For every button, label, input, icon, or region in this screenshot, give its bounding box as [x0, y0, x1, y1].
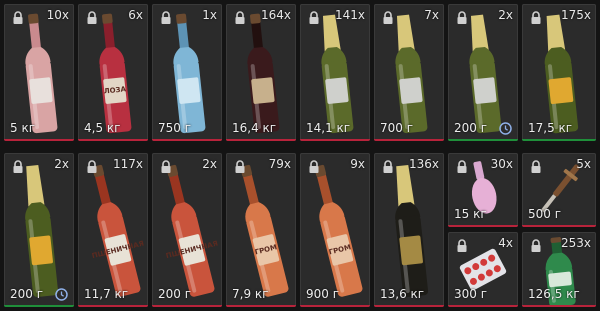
rarity-bar	[374, 139, 444, 141]
lock-icon	[13, 11, 23, 24]
inventory-slot[interactable]: 141x 14,1 кг	[300, 4, 370, 141]
item-weight: 200 г	[158, 287, 192, 301]
item-count: 7x	[424, 8, 439, 22]
lock-icon	[309, 11, 319, 24]
inventory-slot[interactable]: 4x 300 г	[448, 232, 518, 307]
item-count: 253x	[560, 236, 591, 250]
vodka-orange-icon: ГРОМ	[240, 164, 289, 297]
rarity-bar	[4, 305, 74, 307]
item-count: 175x	[560, 8, 591, 22]
item-weight: 14,1 кг	[306, 121, 351, 135]
item-count: 2x	[498, 8, 513, 22]
item-count: 9x	[350, 157, 365, 171]
item-count: 2x	[202, 157, 217, 171]
item-weight: 15 кг	[454, 207, 487, 221]
rarity-bar	[226, 305, 296, 307]
item-count: 136x	[408, 157, 439, 171]
lock-icon	[531, 11, 541, 24]
inventory-slot[interactable]: ГРОМ9x900 гГРОМ	[300, 153, 370, 307]
item-count: 5x	[576, 157, 591, 171]
inventory-slot[interactable]: 7x 700 г	[374, 4, 444, 141]
item-weight: 750 г	[158, 121, 192, 135]
rarity-bar	[448, 305, 518, 307]
rarity-bar	[522, 225, 596, 227]
item-count: 4x	[498, 236, 513, 250]
rarity-bar	[300, 139, 370, 141]
item-count: 117x	[112, 157, 143, 171]
lock-icon	[13, 160, 23, 173]
lock-icon	[235, 160, 245, 173]
inventory-slot[interactable]: ГРОМ79x7,9 кгГРОМ	[226, 153, 296, 307]
item-weight: 126,5 кг	[528, 287, 580, 301]
rarity-bar	[522, 305, 596, 307]
item-count: 164x	[260, 8, 291, 22]
lock-icon	[235, 11, 245, 24]
inventory-slot[interactable]: 1x 750 г	[152, 4, 222, 141]
lock-icon	[309, 160, 319, 173]
clock-icon	[55, 288, 68, 301]
lock-icon	[87, 160, 97, 173]
item-weight: 16,4 кг	[232, 121, 277, 135]
inventory-slot[interactable]: 2x 200 г	[4, 153, 74, 307]
item-weight: 4,5 кг	[84, 121, 121, 135]
rarity-bar	[522, 139, 596, 141]
champagne-yellow-icon	[25, 165, 59, 298]
rarity-bar	[448, 225, 518, 227]
rarity-bar	[374, 305, 444, 307]
clock-icon	[499, 122, 512, 135]
rarity-bar	[78, 139, 148, 141]
lock-icon	[457, 160, 467, 173]
item-count: 1x	[202, 8, 217, 22]
item-count: 79x	[268, 157, 291, 171]
item-weight: 900 г	[306, 287, 340, 301]
item-weight: 200 г	[10, 287, 44, 301]
item-weight: 17,5 кг	[528, 121, 573, 135]
lock-icon	[531, 160, 541, 173]
inventory-slot[interactable]: 136x 13,6 кг	[374, 153, 444, 307]
inventory-grid: 10x5 кгЛОЗА6x4,5 кгЛОЗА1x750 г164x16,4 к…	[0, 0, 600, 311]
item-weight: 500 г	[528, 207, 562, 221]
inventory-slot[interactable]: 2x 200 г	[448, 4, 518, 141]
inventory-slot[interactable]: 253x 126,5 кг	[522, 232, 596, 307]
item-count: 2x	[54, 157, 69, 171]
vodka-orange-icon: ГРОМ	[314, 164, 363, 297]
item-weight: 200 г	[454, 121, 488, 135]
lock-icon	[457, 11, 467, 24]
rarity-bar	[300, 305, 370, 307]
lock-icon	[383, 160, 393, 173]
inventory-slot[interactable]: 164x 16,4 кг	[226, 4, 296, 141]
inventory-slot[interactable]: 30x 15 кг	[448, 153, 518, 227]
lock-icon	[383, 11, 393, 24]
item-weight: 300 г	[454, 287, 488, 301]
inventory-slot[interactable]: 5x 500 г	[522, 153, 596, 227]
vodka-red-icon: ПШЕНИЧНАЯ	[165, 164, 219, 297]
item-weight: 700 г	[380, 121, 414, 135]
rarity-bar	[152, 305, 222, 307]
inventory-slot[interactable]: ПШЕНИЧНАЯ2x200 гПШЕНИЧНАЯ ВОДКА	[152, 153, 222, 307]
item-count: 141x	[334, 8, 365, 22]
lock-icon	[161, 160, 171, 173]
lock-icon	[87, 11, 97, 24]
item-count: 30x	[490, 157, 513, 171]
inventory-slot[interactable]: 175x 17,5 кг	[522, 4, 596, 141]
rarity-bar	[78, 305, 148, 307]
inventory-slot[interactable]: 10x 5 кг	[4, 4, 74, 141]
lock-icon	[531, 239, 541, 252]
lock-icon	[161, 11, 171, 24]
item-weight: 13,6 кг	[380, 287, 425, 301]
champagne-dark-icon	[395, 165, 429, 298]
vodka-red-icon: ПШЕНИЧНАЯ	[91, 164, 145, 297]
rarity-bar	[4, 139, 74, 141]
item-count: 10x	[46, 8, 69, 22]
lock-icon	[457, 239, 467, 252]
item-count: 6x	[128, 8, 143, 22]
inventory-slot[interactable]: ЛОЗА6x4,5 кгЛОЗА	[78, 4, 148, 141]
item-weight: 7,9 кг	[232, 287, 269, 301]
rarity-bar	[448, 139, 518, 141]
item-weight: 5 кг	[10, 121, 36, 135]
rarity-bar	[152, 139, 222, 141]
rarity-bar	[226, 139, 296, 141]
item-weight: 11,7 кг	[84, 287, 129, 301]
inventory-slot[interactable]: ПШЕНИЧНАЯ117x11,7 кгПШЕНИЧНАЯ ВОДКА	[78, 153, 148, 307]
